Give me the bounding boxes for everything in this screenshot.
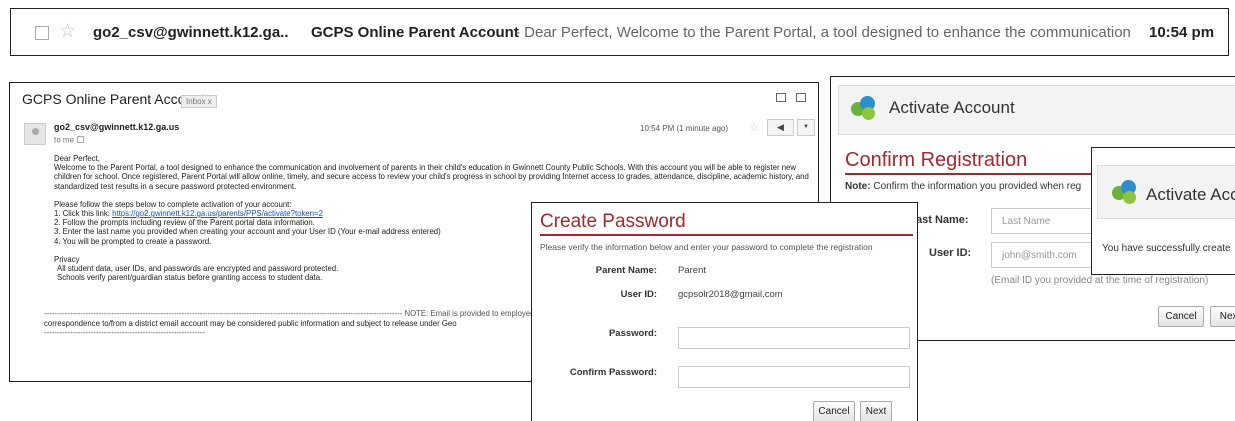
email-title: GCPS Online Parent Account — [22, 91, 205, 107]
to-me: to me — [54, 135, 75, 145]
more-options-button[interactable]: ▼ — [797, 119, 815, 136]
inbox-label[interactable]: Inbox x — [181, 95, 217, 108]
password-label: Password: — [608, 328, 657, 339]
activate-account-title: Activate Account — [889, 98, 1015, 117]
heading-divider — [540, 234, 913, 236]
email-time: 10:54 PM (1 minute ago) — [640, 124, 729, 133]
next-button[interactable]: Next — [1210, 306, 1235, 327]
activate-account-title: Activate Acc — [1146, 185, 1235, 204]
cancel-button[interactable]: Cancel — [813, 401, 855, 421]
email-subject: GCPS Online Parent Account — [311, 24, 519, 41]
confirm-note: Note: Confirm the information you provid… — [845, 181, 1081, 192]
parent-name-label: Parent Name: — [595, 265, 657, 276]
last-name-label: ast Name: — [916, 214, 969, 226]
note-label: Note: — [845, 181, 871, 192]
user-id-hint: (Email ID you provided at the time of re… — [991, 275, 1209, 286]
create-password-window: Create Password Please verify the inform… — [531, 202, 918, 421]
password-instructions: Please verify the information below and … — [540, 242, 873, 252]
confirm-registration-heading: Confirm Registration — [845, 149, 1028, 171]
received-time: 10:54 pm — [1149, 24, 1215, 41]
note-text: Confirm the information you provided whe… — [870, 181, 1082, 192]
inbox-row[interactable]: ☆ go2_csv@gwinnett.k12.ga.. GCPS Online … — [10, 8, 1229, 56]
confirm-password-input[interactable] — [678, 366, 910, 388]
star-icon[interactable]: ☆ — [749, 121, 759, 134]
confirm-password-label: Confirm Password: — [569, 367, 657, 378]
sender-name: go2_csv@gwinnett.k12.ga.. — [93, 24, 289, 41]
step-1-prefix: 1. Click this link: — [54, 209, 113, 219]
create-password-heading: Create Password — [540, 211, 686, 232]
activation-link[interactable]: https://go2.gwinnett.k12.ga.us/parents/P… — [112, 209, 323, 218]
new-window-icon[interactable] — [796, 93, 806, 102]
user-id-value: gcpsolr2018@gmail.com — [678, 289, 783, 300]
chevron-down-icon[interactable] — [77, 136, 85, 144]
reply-button[interactable]: ◀ — [767, 119, 794, 136]
email-snippet: - Dear Perfect, Welcome to the Parent Po… — [515, 24, 1135, 41]
user-id-label: User ID: — [929, 247, 972, 259]
success-message: You have successfully create — [1102, 243, 1231, 254]
user-id-label: User ID: — [620, 289, 657, 300]
people-logo-icon — [1109, 178, 1139, 206]
avatar — [24, 123, 46, 145]
select-checkbox[interactable] — [35, 26, 49, 40]
people-logo-icon — [848, 94, 878, 122]
star-icon[interactable]: ☆ — [59, 20, 76, 43]
recipient-line[interactable]: to me — [54, 135, 85, 145]
greeting: Dear Perfect, — [54, 154, 100, 163]
print-icon[interactable] — [776, 93, 786, 102]
cancel-button[interactable]: Cancel — [1158, 306, 1204, 327]
welcome-paragraph: Welcome to the Parent Portal, a tool des… — [54, 163, 809, 191]
next-button[interactable]: Next — [860, 401, 892, 421]
activation-success-window: Activate Acc You have successfully creat… — [1091, 147, 1235, 275]
parent-name-value: Parent — [678, 265, 706, 276]
password-input[interactable] — [678, 327, 910, 349]
sender-address: go2_csv@gwinnett.k12.ga.us — [54, 122, 180, 132]
